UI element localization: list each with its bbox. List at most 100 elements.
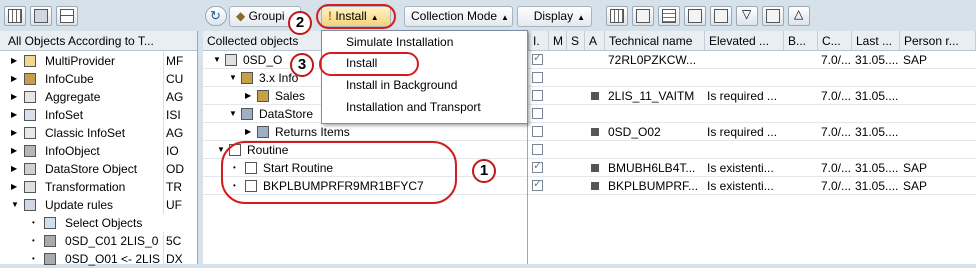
col-header-s[interactable]: S: [567, 31, 585, 51]
content-version: 7.0/...: [821, 179, 852, 193]
technical-name: BKPLBUMPRF...: [608, 179, 699, 193]
filter-button[interactable]: ▽: [736, 6, 758, 26]
tree-item-infocube[interactable]: ▶ InfoCube CU: [0, 70, 197, 88]
annotation-badge-2: 2: [288, 11, 312, 35]
expand-right-icon[interactable]: ▶: [11, 106, 17, 124]
datastore-icon: [241, 108, 253, 120]
hierarchy-icon-button[interactable]: [56, 6, 78, 26]
menu-item-installation-and-transport[interactable]: Installation and Transport: [322, 97, 527, 118]
infocube-icon: [24, 73, 36, 85]
table-row[interactable]: ▶ Returns Items 0SD_O02 Is required ... 7.0/…: [203, 123, 976, 141]
collapse-icon[interactable]: ▼: [229, 105, 237, 123]
collapse-icon[interactable]: ▼: [229, 69, 237, 87]
expand-right-icon[interactable]: ▶: [11, 124, 17, 142]
print-button[interactable]: [762, 6, 784, 26]
document-button[interactable]: [684, 6, 706, 26]
last-changed: 31.05....: [855, 89, 899, 103]
tree-item-aggregate[interactable]: ▶ Aggregate AG: [0, 88, 197, 106]
display-label: Display: [533, 9, 574, 23]
datastore-icon: [257, 126, 269, 138]
details-button[interactable]: [658, 6, 680, 26]
col-header-elevated[interactable]: Elevated ...: [705, 31, 784, 51]
tree-item-update-rules[interactable]: ▼ Update rules UF: [0, 196, 197, 214]
expand-icon[interactable]: ▶: [245, 87, 251, 105]
tree-item-code: CU: [163, 70, 196, 88]
tree-item-infoset[interactable]: ▶ InfoSet ISI: [0, 106, 197, 124]
classic-infoset-icon: [24, 127, 36, 139]
expand-right-icon[interactable]: ▶: [11, 52, 17, 70]
technical-name: BMUBH6LB4T...: [608, 161, 696, 175]
tree-item-label: 0SD_C01 2LIS_0: [65, 234, 159, 248]
menu-item-simulate-installation[interactable]: Simulate Installation: [322, 32, 527, 53]
install-checkbox[interactable]: [532, 51, 543, 65]
tree-item-label: Aggregate: [45, 90, 101, 104]
tree-item-label: 0SD_O01 <- 2LIS: [65, 252, 161, 266]
tree-item-0sd-o01-2lis[interactable]: • 0SD_O01 <- 2LIS DX: [0, 250, 197, 268]
collapse-icon[interactable]: ▼: [213, 51, 221, 69]
col-header-c[interactable]: C...: [818, 31, 852, 51]
tree-item-label: Classic InfoSet: [45, 126, 126, 140]
expand-right-icon[interactable]: ▶: [11, 70, 17, 88]
annotation-badge-1: 1: [472, 159, 496, 183]
status-square-icon: [591, 128, 599, 136]
table-row[interactable]: ▶ Sales 2LIS_11_VAITM Is required ... 7.0/..…: [203, 87, 976, 105]
hierarchy-view-button[interactable]: [632, 6, 654, 26]
status-square-icon: [591, 164, 599, 172]
bullet-icon[interactable]: •: [32, 232, 35, 250]
expand-right-icon[interactable]: ▶: [11, 142, 17, 160]
tree-item-label: InfoCube: [45, 72, 94, 86]
install-checkbox[interactable]: [532, 126, 543, 137]
install-checkbox[interactable]: [532, 72, 543, 83]
install-checkbox[interactable]: [532, 177, 543, 191]
refresh-button[interactable]: ↻: [205, 6, 227, 26]
tree-item-code: ISI: [163, 106, 196, 124]
display-button[interactable]: Display ▲: [517, 6, 592, 27]
grid-icon-button[interactable]: [4, 6, 26, 26]
table-row[interactable]: ▼ DataStore: [203, 105, 976, 123]
add-icon: [714, 9, 728, 23]
tree-item-code: DX: [163, 250, 196, 268]
col-header-last[interactable]: Last ...: [852, 31, 900, 51]
install-checkbox[interactable]: [532, 108, 543, 119]
expand-right-icon[interactable]: ▶: [11, 88, 17, 106]
bullet-icon[interactable]: •: [32, 214, 35, 232]
tree-item-datastore-object[interactable]: ▶ DataStore Object OD: [0, 160, 197, 178]
col-header-b[interactable]: B...: [784, 31, 818, 51]
col-header-a[interactable]: A: [585, 31, 605, 51]
install-checkbox[interactable]: [532, 159, 543, 173]
add-button[interactable]: [710, 6, 732, 26]
menu-item-install-in-background[interactable]: Install in Background: [322, 75, 527, 96]
bullet-icon[interactable]: •: [32, 250, 35, 268]
object-name: DataStore: [259, 107, 314, 121]
collection-mode-button[interactable]: Collection Mode ▲: [404, 6, 513, 27]
save-icon-button[interactable]: [30, 6, 52, 26]
content-version: 7.0/...: [821, 53, 852, 67]
tree-item-0sd-c01-2lis-0[interactable]: • 0SD_C01 2LIS_0 5C: [0, 232, 197, 250]
grid-icon: [610, 9, 624, 23]
tree-item-multiprovider[interactable]: ▶ MultiProvider MF: [0, 52, 197, 70]
tree-item-classic-infoset[interactable]: ▶ Classic InfoSet AG: [0, 124, 197, 142]
install-checkbox[interactable]: [532, 90, 543, 101]
tree-item-transformation[interactable]: ▶ Transformation TR: [0, 178, 197, 196]
col-header-m[interactable]: M: [549, 31, 567, 51]
annotation-ring-routines: [221, 141, 457, 204]
install-checkbox[interactable]: [532, 144, 543, 155]
annotation-ring-install-item: [319, 52, 419, 76]
expand-right-icon[interactable]: ▶: [11, 178, 17, 196]
object-name: Sales: [275, 89, 306, 103]
tree-item-infoobject[interactable]: ▶ InfoObject IO: [0, 142, 197, 160]
tree-item-code: IO: [163, 142, 196, 160]
col-header-person[interactable]: Person r...: [900, 31, 976, 51]
elevated-status: Is existenti...: [707, 179, 774, 193]
grid-view-button[interactable]: [606, 6, 628, 26]
table-row[interactable]: ▼ 3.x Info: [203, 69, 976, 87]
tree-item-code: OD: [163, 160, 196, 178]
tree-item-select-objects[interactable]: • Select Objects: [0, 214, 197, 232]
col-header-i[interactable]: I.: [529, 31, 549, 51]
sort-button[interactable]: △: [788, 6, 810, 26]
expand-icon[interactable]: ▶: [245, 123, 251, 141]
object-name: 0SD_O: [243, 53, 283, 67]
col-header-technical-name[interactable]: Technical name: [605, 31, 705, 51]
expand-down-icon[interactable]: ▼: [11, 196, 19, 214]
expand-right-icon[interactable]: ▶: [11, 160, 17, 178]
